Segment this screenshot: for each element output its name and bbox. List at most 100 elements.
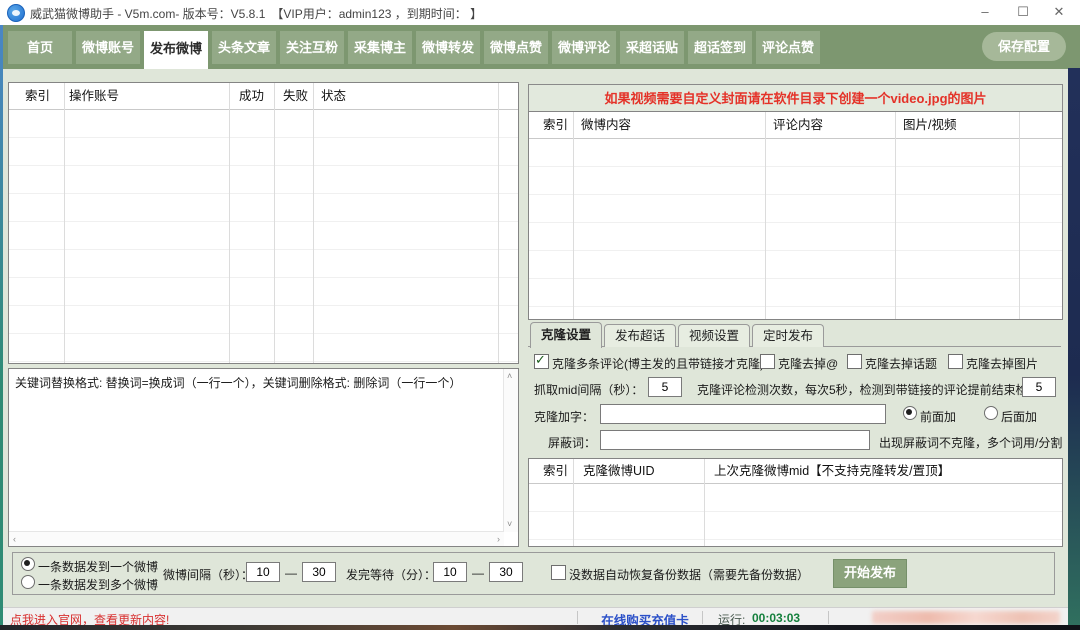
clone-add-input[interactable]	[600, 404, 886, 424]
column-divider	[765, 112, 766, 319]
prepend-radio[interactable]	[903, 406, 917, 420]
col-header-account: 操作账号	[69, 83, 119, 109]
maximize-button[interactable]: ☐	[1006, 0, 1040, 25]
close-button[interactable]: ✕	[1042, 0, 1076, 25]
remove-at-checkbox[interactable]	[760, 354, 775, 369]
tab-publish-weibo[interactable]: 发布微博	[144, 31, 208, 69]
column-divider	[573, 459, 574, 546]
one-data-one-weibo-radio[interactable]	[21, 557, 35, 571]
publish-options-group: 一条数据发到一个微博 一条数据发到多个微博 微博间隔（秒）： — 发完等待（分）…	[12, 552, 1055, 595]
start-publish-button[interactable]: 开始发布	[833, 559, 907, 588]
clone-table[interactable]: 索引 克隆微博UID 上次克隆微博mid【不支持克隆转发/置顶】	[528, 458, 1063, 547]
scrollbar-divider	[498, 83, 499, 363]
tab-supertopic-checkin[interactable]: 超话签到	[688, 31, 752, 64]
tab-collect-supertopic[interactable]: 采超话贴	[620, 31, 684, 64]
col-header-media: 图片/视频	[903, 112, 956, 138]
settings-tabs: 克隆设置 发布超话 视频设置 定时发布	[530, 322, 824, 348]
app-logo-icon	[7, 4, 25, 22]
remove-image-checkbox[interactable]	[948, 354, 963, 369]
column-divider	[895, 112, 896, 319]
col-header-fail: 失败	[283, 83, 308, 109]
column-divider	[704, 459, 705, 546]
wait-from-input[interactable]	[433, 562, 467, 582]
nav-bar: 首页 微博账号 发布微博 头条文章 关注互粉 采集博主 微博转发 微博点赞 微博…	[0, 25, 1080, 69]
tab-weibo-like[interactable]: 微博点赞	[484, 31, 548, 64]
col-header-success: 成功	[239, 83, 264, 109]
range-dash: —	[472, 566, 484, 580]
remove-topic-label: 克隆去掉话题	[865, 355, 937, 372]
col-header-index: 索引	[543, 112, 568, 138]
accounts-table[interactable]: 索引 操作账号 成功 失败 状态	[8, 82, 519, 364]
block-words-input[interactable]	[600, 430, 870, 450]
save-config-button[interactable]: 保存配置	[982, 32, 1066, 61]
tab-headline-articles[interactable]: 头条文章	[212, 31, 276, 64]
status-divider	[828, 611, 829, 624]
column-divider	[229, 83, 230, 363]
one-data-one-weibo-label: 一条数据发到一个微博	[38, 558, 158, 575]
video-cover-banner: 如果视频需要自定义封面请在软件目录下创建一个video.jpg的图片	[528, 84, 1063, 113]
append-radio[interactable]	[984, 406, 998, 420]
range-dash: —	[285, 566, 297, 580]
column-divider	[274, 83, 275, 363]
col-header-status: 状态	[321, 83, 346, 109]
keywords-textarea[interactable]: 关键词替换格式: 替换词=换成词（一行一个），关键词删除格式: 删除词（一行一个…	[8, 368, 519, 547]
one-data-multi-weibo-radio[interactable]	[21, 575, 35, 589]
tab-video-settings[interactable]: 视频设置	[678, 324, 750, 347]
column-divider	[573, 112, 574, 319]
weibo-interval-label: 微博间隔（秒）：	[163, 566, 253, 583]
col-header-uid: 克隆微博UID	[583, 459, 655, 483]
tab-scheduled-publish[interactable]: 定时发布	[752, 324, 824, 347]
mid-interval-input[interactable]	[648, 377, 682, 397]
tab-weibo-accounts[interactable]: 微博账号	[76, 31, 140, 64]
column-divider	[313, 83, 314, 363]
desktop-edge-left	[0, 25, 3, 626]
scroll-right-icon[interactable]: ›	[497, 535, 500, 544]
minimize-button[interactable]: –	[968, 0, 1002, 25]
wait-to-input[interactable]	[489, 562, 523, 582]
interval-from-input[interactable]	[246, 562, 280, 582]
horizontal-scrollbar[interactable]: ‹ ›	[9, 531, 504, 546]
scroll-up-icon[interactable]: ˄	[507, 372, 512, 381]
remove-image-label: 克隆去掉图片	[966, 355, 1038, 372]
append-radio-label: 后面加	[1001, 408, 1037, 425]
header-separator	[529, 138, 1062, 139]
tab-follow-mutual[interactable]: 关注互粉	[280, 31, 344, 64]
restore-backup-checkbox[interactable]	[551, 565, 566, 580]
clone-add-label: 克隆加字：	[534, 408, 594, 425]
status-divider	[702, 611, 703, 624]
scroll-left-icon[interactable]: ‹	[13, 535, 16, 544]
mid-interval-label: 抓取mid间隔（秒）：	[534, 381, 643, 398]
col-header-last-mid: 上次克隆微博mid【不支持克隆转发/置顶】	[714, 459, 950, 483]
table-rows	[9, 110, 518, 363]
clone-multi-comment-checkbox[interactable]	[534, 354, 549, 369]
tab-weibo-comment[interactable]: 微博评论	[552, 31, 616, 64]
nav-tabs: 首页 微博账号 发布微博 头条文章 关注互粉 采集博主 微博转发 微博点赞 微博…	[8, 31, 820, 69]
detect-count-label: 克隆评论检测次数，每次5秒，检测到带链接的评论提前结束检测：	[697, 381, 1052, 398]
status-bar: 点我进入官网，查看更新内容! 在线购买充值卡 运行: 00:03:03	[0, 607, 1080, 627]
redacted-text-blur	[872, 611, 1060, 624]
detect-count-input[interactable]	[1022, 377, 1056, 397]
remove-topic-checkbox[interactable]	[847, 354, 862, 369]
clone-multi-comment-label: 克隆多条评论(博主发的且带链接才克隆)	[552, 355, 764, 372]
scroll-down-icon[interactable]: ˅	[507, 520, 512, 529]
interval-to-input[interactable]	[302, 562, 336, 582]
desktop-edge-bottom	[0, 625, 1080, 630]
vertical-scrollbar[interactable]: ˄ ˅	[503, 369, 518, 532]
content-table[interactable]: 索引 微博内容 评论内容 图片/视频	[528, 111, 1063, 320]
col-header-index: 索引	[25, 83, 50, 109]
col-header-weibo-content: 微博内容	[581, 112, 631, 138]
col-header-comment: 评论内容	[773, 112, 823, 138]
table-rows	[529, 484, 1062, 546]
header-separator	[9, 109, 518, 110]
wait-label: 发完等待（分）：	[346, 566, 436, 583]
table-rows	[529, 139, 1062, 319]
title-bar: 威武猫微博助手 - V5m.com- 版本号：V5.8.1 【VIP用户：adm…	[0, 0, 1080, 26]
tab-publish-supertopic[interactable]: 发布超话	[604, 324, 676, 347]
tab-collect-bloggers[interactable]: 采集博主	[348, 31, 412, 64]
tab-clone-settings[interactable]: 克隆设置	[530, 322, 602, 348]
tab-weibo-repost[interactable]: 微博转发	[416, 31, 480, 64]
remove-at-label: 克隆去掉@	[778, 355, 838, 372]
keywords-format-note: 关键词替换格式: 替换词=换成词（一行一个），关键词删除格式: 删除词（一行一个…	[15, 374, 461, 393]
tab-comment-like[interactable]: 评论点赞	[756, 31, 820, 64]
tab-home[interactable]: 首页	[8, 31, 72, 64]
